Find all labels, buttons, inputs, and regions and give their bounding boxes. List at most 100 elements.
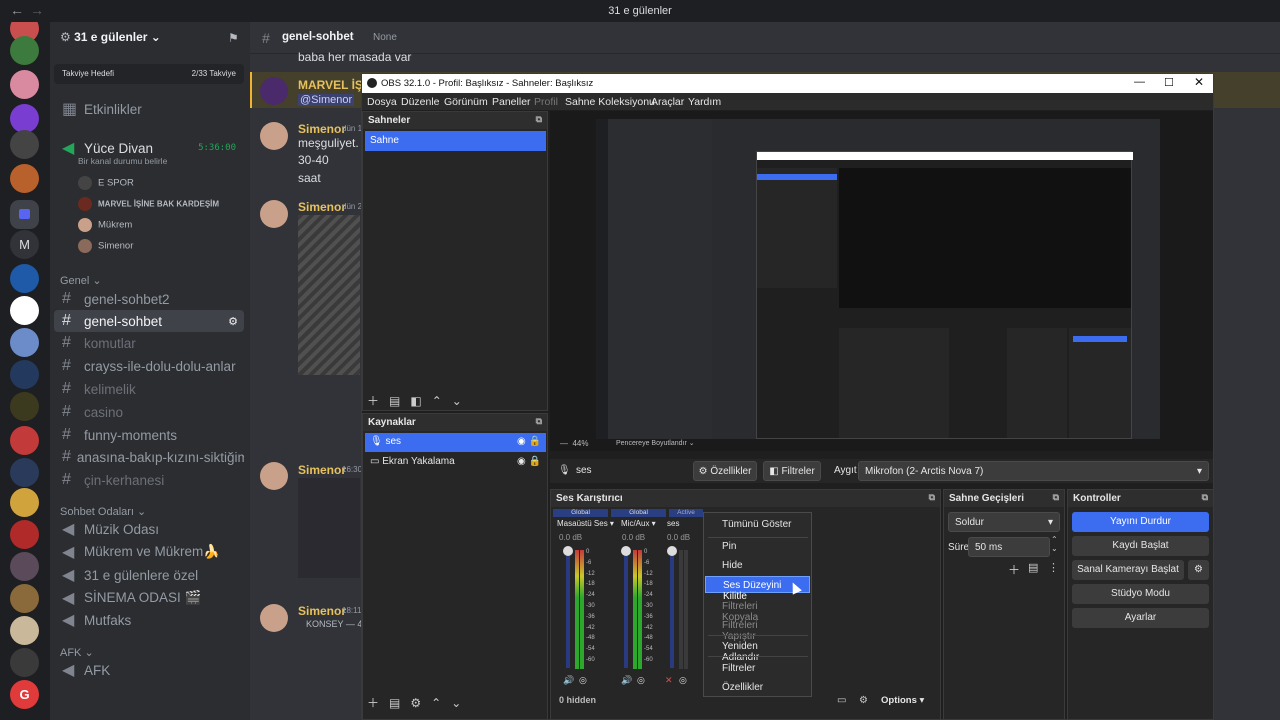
- server-icon[interactable]: [10, 104, 39, 133]
- stepper-icon[interactable]: ⌃ ⌄: [1051, 535, 1058, 553]
- server-icon[interactable]: [10, 36, 39, 65]
- menu-sahne-koleksiyonu[interactable]: Sahne Koleksiyonu: [565, 96, 655, 108]
- hidden-count[interactable]: 0 hidden: [559, 695, 596, 705]
- server-icon[interactable]: [10, 130, 39, 159]
- voice-member[interactable]: MARVEL İŞİNE BAK KARDEŞİM: [78, 197, 243, 218]
- mixer-channel-name[interactable]: Masaüstü Ses ▾: [557, 519, 614, 528]
- server-icon[interactable]: [10, 426, 39, 455]
- menu-dosya[interactable]: Dosya: [367, 96, 397, 108]
- gear-icon[interactable]: ⚙: [410, 696, 431, 710]
- filter-icon[interactable]: ◧: [410, 394, 431, 408]
- virtual-camera-button[interactable]: Sanal Kamerayı Başlat: [1072, 560, 1184, 580]
- eye-icon[interactable]: ◉ 🔒: [517, 436, 541, 447]
- muted-speaker-icon[interactable]: ✕: [665, 675, 673, 686]
- trash-icon[interactable]: ▤: [389, 394, 410, 408]
- menu-duzenle[interactable]: Düzenle: [401, 96, 440, 108]
- channel-casino[interactable]: # casino: [54, 401, 244, 423]
- duration-field[interactable]: 50 ms: [968, 537, 1050, 557]
- category-afk[interactable]: AFK ⌄: [60, 646, 94, 659]
- trash-icon[interactable]: ▤: [1028, 561, 1038, 574]
- mention[interactable]: @Simenor: [298, 94, 355, 106]
- channel-funny-moments[interactable]: # funny-moments: [54, 424, 244, 446]
- add-icon[interactable]: ＋: [367, 696, 389, 710]
- undock-icon[interactable]: ⧉: [1053, 492, 1059, 503]
- menu-araclar[interactable]: Araçlar: [651, 96, 684, 108]
- volume-slider-handle[interactable]: [563, 546, 573, 556]
- settings-icon[interactable]: ⚙: [228, 315, 238, 328]
- menu-show-all[interactable]: Tümünü Göster: [705, 516, 810, 533]
- start-recording-button[interactable]: Kaydı Başlat: [1072, 536, 1209, 556]
- menu-hide[interactable]: Hide: [705, 557, 810, 574]
- volume-slider-track[interactable]: [670, 548, 674, 668]
- server-icon[interactable]: [10, 488, 39, 517]
- menu-paste-filters[interactable]: Filtreleri Yapıştır: [705, 617, 810, 642]
- channel-genel-sohbet[interactable]: # genel-sohbet ⚙: [54, 310, 244, 332]
- scene-item[interactable]: Sahne: [365, 131, 546, 151]
- server-header[interactable]: ⚙ 31 e gülenler ⌄: [60, 30, 240, 50]
- server-icon[interactable]: [10, 648, 39, 677]
- device-select[interactable]: Mikrofon (2- Arctis Nova 7) ▾: [858, 461, 1209, 481]
- eye-icon[interactable]: ◉ 🔒: [517, 456, 541, 467]
- menu-paneller[interactable]: Paneller: [492, 96, 531, 108]
- server-icon[interactable]: [10, 520, 39, 549]
- add-icon[interactable]: ＋: [367, 394, 389, 408]
- preview-scale-select[interactable]: Pencereye Boyutlandır ⌄: [616, 439, 695, 447]
- voice-channel-sinema[interactable]: ◀ SİNEMA ODASI 🎬: [54, 587, 244, 609]
- volume-slider-handle[interactable]: [667, 546, 677, 556]
- server-icon[interactable]: [10, 296, 39, 325]
- source-item[interactable]: 🎙 ses ◉ 🔒: [365, 433, 546, 452]
- category-sohbet-odalari[interactable]: Sohbet Odaları ⌄: [60, 505, 146, 518]
- volume-slider-handle[interactable]: [621, 546, 631, 556]
- stop-streaming-button[interactable]: Yayını Durdur: [1072, 512, 1209, 532]
- zoom-level[interactable]: — 44%: [560, 439, 588, 448]
- server-icon-m[interactable]: M: [10, 230, 39, 259]
- voice-channel-31[interactable]: ◀ 31 e gülenlere özel: [54, 564, 244, 586]
- voice-channel-mutfaks[interactable]: ◀ Mutfaks: [54, 609, 244, 631]
- voice-channel-afk[interactable]: ◀ AFK: [54, 659, 244, 681]
- down-icon[interactable]: ⌄: [451, 696, 471, 710]
- settings-button[interactable]: Ayarlar: [1072, 608, 1209, 628]
- server-icon[interactable]: [10, 458, 39, 487]
- menu-rename[interactable]: Yeniden Adlandır: [705, 638, 810, 663]
- server-icon[interactable]: [10, 264, 39, 293]
- undock-icon[interactable]: ⧉: [929, 492, 935, 503]
- options-button[interactable]: Options ▾: [881, 695, 924, 706]
- channel-kelimelik[interactable]: # kelimelik: [54, 378, 244, 400]
- avatar[interactable]: [260, 122, 288, 150]
- volume-slider-track[interactable]: [624, 548, 628, 668]
- embed-image[interactable]: [298, 478, 360, 578]
- properties-button[interactable]: ⚙ Özellikler: [693, 461, 757, 481]
- source-item[interactable]: ▭ Ekran Yakalama ◉ 🔒: [365, 453, 546, 472]
- message-author[interactable]: Simenor: [298, 463, 346, 477]
- message-author[interactable]: Simenor: [298, 122, 346, 136]
- menu-gorunum[interactable]: Görünüm: [444, 96, 488, 108]
- volume-slider-track[interactable]: [566, 548, 570, 668]
- link-icon[interactable]: ⚙: [859, 695, 868, 706]
- channel-anasina[interactable]: #anasına-bakıp-kızını-siktiğimiz-...: [54, 446, 244, 468]
- filters-button[interactable]: ◧ Filtreler: [763, 461, 821, 481]
- server-icon[interactable]: [10, 552, 39, 581]
- minimize-icon[interactable]: —: [1134, 76, 1145, 88]
- undock-icon[interactable]: ⧉: [1202, 492, 1208, 503]
- speaker-icon[interactable]: 🔊: [621, 675, 632, 686]
- avatar[interactable]: [260, 604, 288, 632]
- up-icon[interactable]: ⌃: [431, 696, 451, 710]
- maximize-icon[interactable]: ☐: [1164, 76, 1174, 89]
- voice-member[interactable]: E SPOR: [78, 176, 243, 197]
- menu-properties[interactable]: Özellikler: [705, 679, 810, 696]
- up-icon[interactable]: ⌃: [432, 394, 452, 408]
- more-icon[interactable]: ⋮: [1048, 561, 1059, 574]
- avatar[interactable]: [260, 200, 288, 228]
- server-icon[interactable]: G: [10, 680, 39, 709]
- embed-image[interactable]: [298, 215, 360, 375]
- menu-copy-filters[interactable]: Filtreleri Kopyala: [705, 598, 810, 623]
- channel-status[interactable]: Bir kanal durumu belirle: [78, 156, 167, 166]
- menu-pin[interactable]: Pin: [705, 538, 810, 555]
- boost-goal-bar[interactable]: Takviye Hedefi 2/33 Takviye: [54, 64, 244, 84]
- server-icon[interactable]: [10, 70, 39, 99]
- server-icon[interactable]: [10, 360, 39, 389]
- server-icon[interactable]: [10, 392, 39, 421]
- channel-cin-kerhanesi[interactable]: # çin-kerhanesi: [54, 469, 244, 491]
- headphones-icon[interactable]: ◎: [679, 675, 687, 686]
- layout-icon[interactable]: ▭: [837, 695, 846, 706]
